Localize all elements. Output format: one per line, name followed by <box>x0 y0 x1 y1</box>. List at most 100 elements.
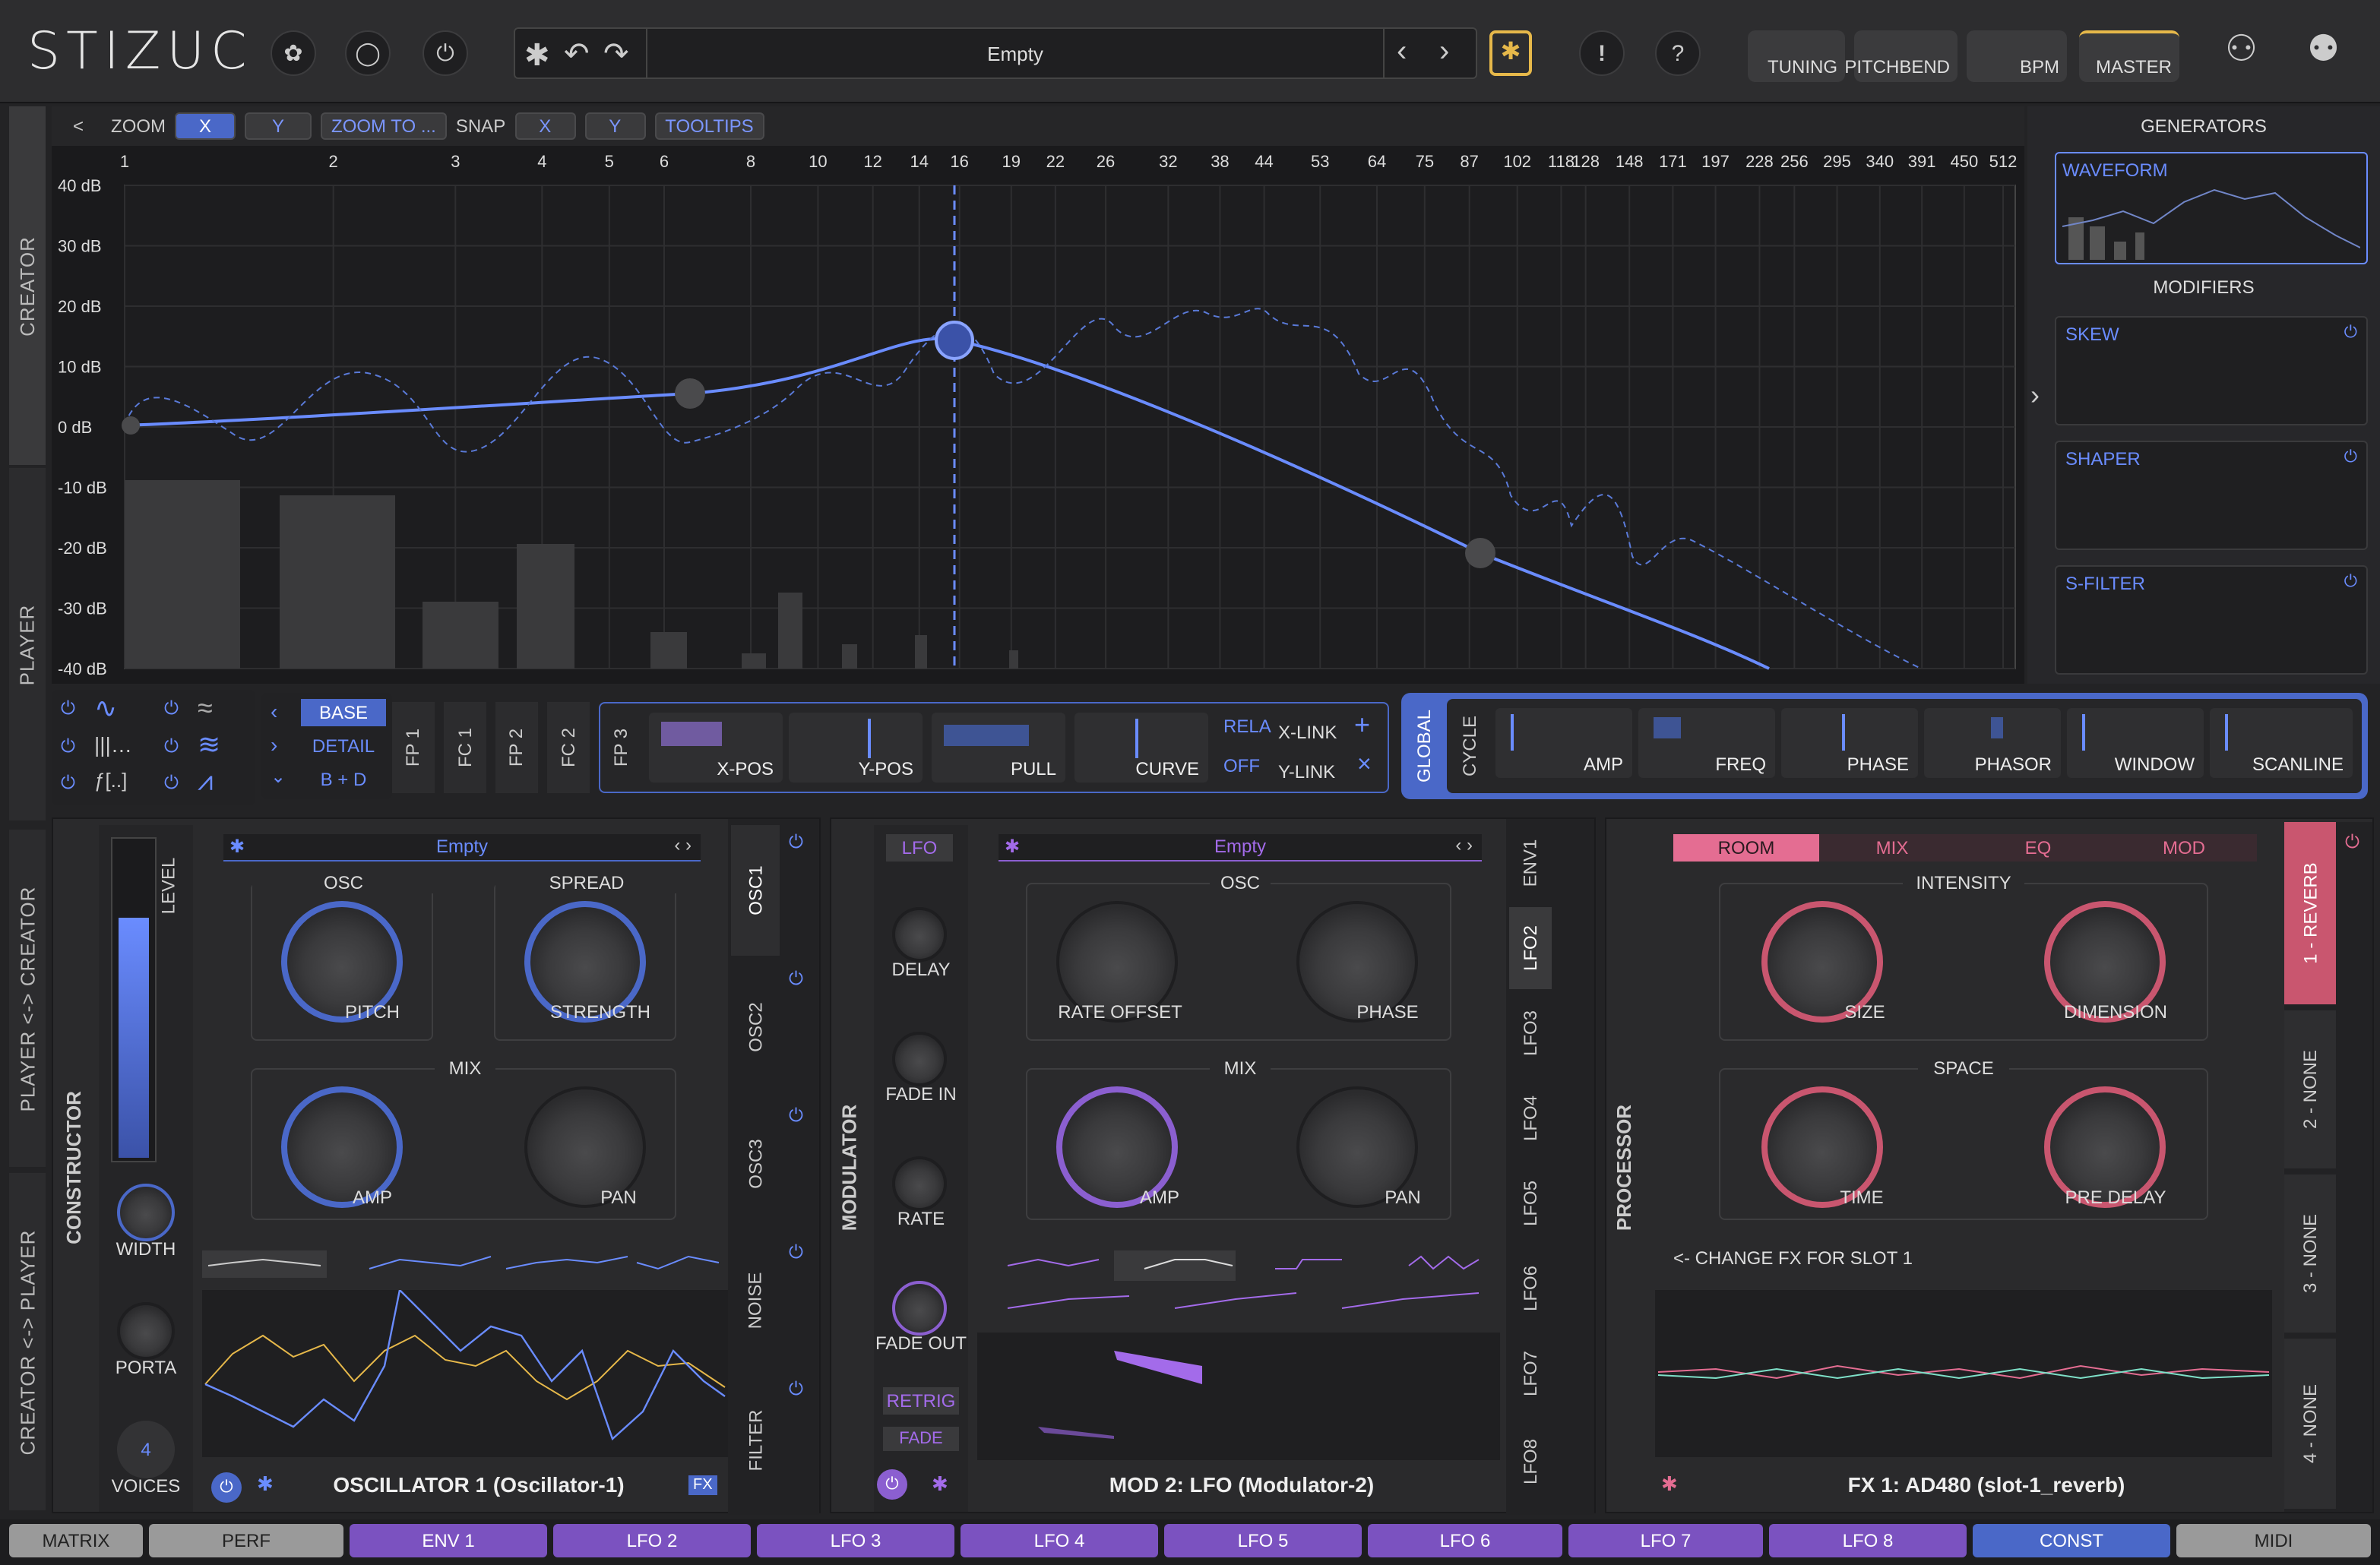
osc-preset-bar[interactable]: ✱ Empty ‹ › <box>223 834 701 862</box>
asterisk-icon[interactable]: ✱ <box>1661 1472 1678 1497</box>
width-knob[interactable] <box>117 1184 175 1241</box>
power-icon[interactable]: ⏻ <box>164 697 179 720</box>
voices-value[interactable]: 4 <box>117 1421 175 1478</box>
tab-const[interactable]: CONST <box>1973 1524 2170 1557</box>
snap-x-button[interactable]: X <box>514 112 576 140</box>
power-icon[interactable]: ⏻ <box>61 697 75 720</box>
tab-lfo3[interactable]: LFO 3 <box>757 1524 954 1557</box>
osc-power-icon[interactable]: ⏻ <box>211 1472 242 1503</box>
freq-slider[interactable]: FREQ <box>1638 708 1775 778</box>
redo-icon[interactable]: ↷ <box>603 35 629 73</box>
asterisk-icon[interactable]: ✱ <box>932 1472 948 1497</box>
user-icon[interactable]: ◯ <box>345 30 391 76</box>
nodes-icon[interactable]: ⚇ <box>2225 27 2258 71</box>
fx-button[interactable]: FX <box>688 1475 717 1495</box>
tab-filter[interactable]: FILTER <box>731 1372 780 1509</box>
noise-icon[interactable]: ≋ <box>198 729 220 761</box>
lfo-preset-bar[interactable]: ✱ Empty ‹ › <box>999 834 1482 862</box>
add-icon[interactable]: + <box>1354 710 1370 741</box>
tab-noise[interactable]: NOISE <box>731 1235 780 1366</box>
tab-env1[interactable]: ENV1 <box>1509 822 1552 904</box>
osc-wave-strip[interactable] <box>202 1247 728 1281</box>
shaper-modifier[interactable]: SHAPER ⏻ <box>2055 441 2368 550</box>
tab-player[interactable]: PLAYER <box>9 468 46 820</box>
power-icon[interactable]: ⏻ <box>164 735 179 758</box>
chevron-left-icon[interactable]: ‹ <box>271 699 277 723</box>
porta-knob[interactable] <box>117 1302 175 1360</box>
retrig-button[interactable]: RETRIG <box>883 1387 959 1415</box>
slot-3[interactable]: 3 - NONE <box>2284 1175 2336 1333</box>
tab-lfo7[interactable]: LFO 7 <box>1568 1524 1763 1557</box>
fade-out-knob[interactable] <box>892 1281 947 1336</box>
chevron-down-icon[interactable]: ⌄ <box>271 766 286 787</box>
tab-lfo3[interactable]: LFO3 <box>1509 992 1552 1074</box>
tab-mod[interactable]: MOD <box>2111 834 2257 862</box>
osc3-power-icon[interactable]: ⏻ <box>789 1105 803 1127</box>
tab-matrix[interactable]: MATRIX <box>9 1524 143 1557</box>
next-preset-icon[interactable]: › <box>1439 35 1449 70</box>
sfilter-power-icon[interactable]: ⏻ <box>2344 573 2357 593</box>
tab-lfo2[interactable]: LFO 2 <box>553 1524 751 1557</box>
skew-modifier[interactable]: SKEW ⏻ <box>2055 316 2368 425</box>
lfo-mode-button[interactable]: LFO <box>886 834 953 862</box>
zoom-to-button[interactable]: ZOOM TO ... <box>321 112 447 140</box>
bpm-button[interactable]: BPM <box>1967 30 2067 82</box>
delay-knob[interactable] <box>892 907 947 962</box>
tab-creator[interactable]: CREATOR <box>9 106 46 465</box>
shaper-power-icon[interactable]: ⏻ <box>2344 448 2357 468</box>
power-icon[interactable]: ⏻ <box>61 772 75 795</box>
fp2-tab[interactable]: FP 2 <box>495 702 538 793</box>
formula-icon[interactable]: ƒ[..] <box>94 769 127 792</box>
lfo-wave-strip[interactable] <box>977 1247 1500 1323</box>
tab-lfo8[interactable]: LFO 8 <box>1769 1524 1967 1557</box>
lfo-power-icon[interactable]: ⏻ <box>877 1469 907 1500</box>
skew-power-icon[interactable]: ⏻ <box>2344 324 2357 343</box>
osc-preset-name[interactable]: Empty <box>223 836 701 857</box>
tab-lfo4[interactable]: LFO4 <box>1509 1077 1552 1159</box>
wave-icon[interactable]: ⩘ <box>198 766 213 798</box>
slot-1-reverb[interactable]: 1 - REVERB <box>2284 822 2336 1004</box>
fc1-tab[interactable]: FC 1 <box>444 702 486 793</box>
tab-lfo5[interactable]: LFO5 <box>1509 1162 1552 1244</box>
tab-room[interactable]: ROOM <box>1673 834 1819 862</box>
zoom-x-button[interactable]: X <box>175 112 236 140</box>
tab-midi[interactable]: MIDI <box>2176 1524 2371 1557</box>
rate-knob[interactable] <box>892 1156 947 1211</box>
power-icon[interactable]: ⏻ <box>61 735 75 758</box>
close-icon[interactable]: × <box>1357 752 1372 779</box>
preset-name[interactable]: Empty <box>646 29 1385 77</box>
phasor-slider[interactable]: PHASOR <box>1924 708 2061 778</box>
slot-power-icon[interactable]: ⏻ <box>2345 831 2359 854</box>
xlink-button[interactable]: X-LINK <box>1278 722 1337 743</box>
preset-browser[interactable]: ✱ ↶ ↷ Empty ‹ › <box>514 27 1477 79</box>
tab-lfo6[interactable]: LFO 6 <box>1368 1524 1562 1557</box>
spectrum-icon[interactable]: |||… <box>94 732 132 757</box>
fade-in-knob[interactable] <box>892 1032 947 1086</box>
xpos-slider[interactable]: X-POS <box>649 713 783 782</box>
fp1-tab[interactable]: FP 1 <box>392 702 435 793</box>
tab-osc3[interactable]: OSC3 <box>731 1099 780 1229</box>
help-icon[interactable]: ? <box>1655 30 1701 76</box>
chevron-right-icon[interactable]: › <box>271 732 277 757</box>
asterisk-icon[interactable]: ✱ <box>524 36 550 74</box>
pitchbend-button[interactable]: PITCHBEND <box>1844 30 1957 82</box>
slot-4[interactable]: 4 - NONE <box>2284 1339 2336 1509</box>
global-tab[interactable]: GLOBAL <box>1407 699 1441 793</box>
fade-dropdown[interactable]: FADE <box>883 1427 959 1451</box>
power-icon[interactable]: ⏻ <box>423 30 468 76</box>
master-button[interactable]: MASTER <box>2079 30 2179 82</box>
preset-nav-icon[interactable]: ‹ › <box>1455 834 1473 855</box>
cycle-tab[interactable]: CYCLE <box>1453 705 1486 787</box>
tab-lfo8[interactable]: LFO8 <box>1509 1418 1552 1506</box>
level-meter[interactable] <box>111 837 157 1162</box>
zoom-y-button[interactable]: Y <box>245 112 312 140</box>
relative-button[interactable]: RELA <box>1223 716 1271 737</box>
ypos-slider[interactable]: Y-POS <box>789 713 923 782</box>
tab-osc2[interactable]: OSC2 <box>731 962 780 1092</box>
tooltips-button[interactable]: TOOLTIPS <box>654 112 764 140</box>
tab-eq[interactable]: EQ <box>1965 834 2111 862</box>
power-icon[interactable]: ⏻ <box>164 772 179 795</box>
tab-player-creator[interactable]: PLAYER <-> CREATOR <box>9 830 46 1167</box>
fp3-tab[interactable]: FP 3 <box>603 707 640 789</box>
base-detail-button[interactable]: B + D <box>301 766 386 793</box>
